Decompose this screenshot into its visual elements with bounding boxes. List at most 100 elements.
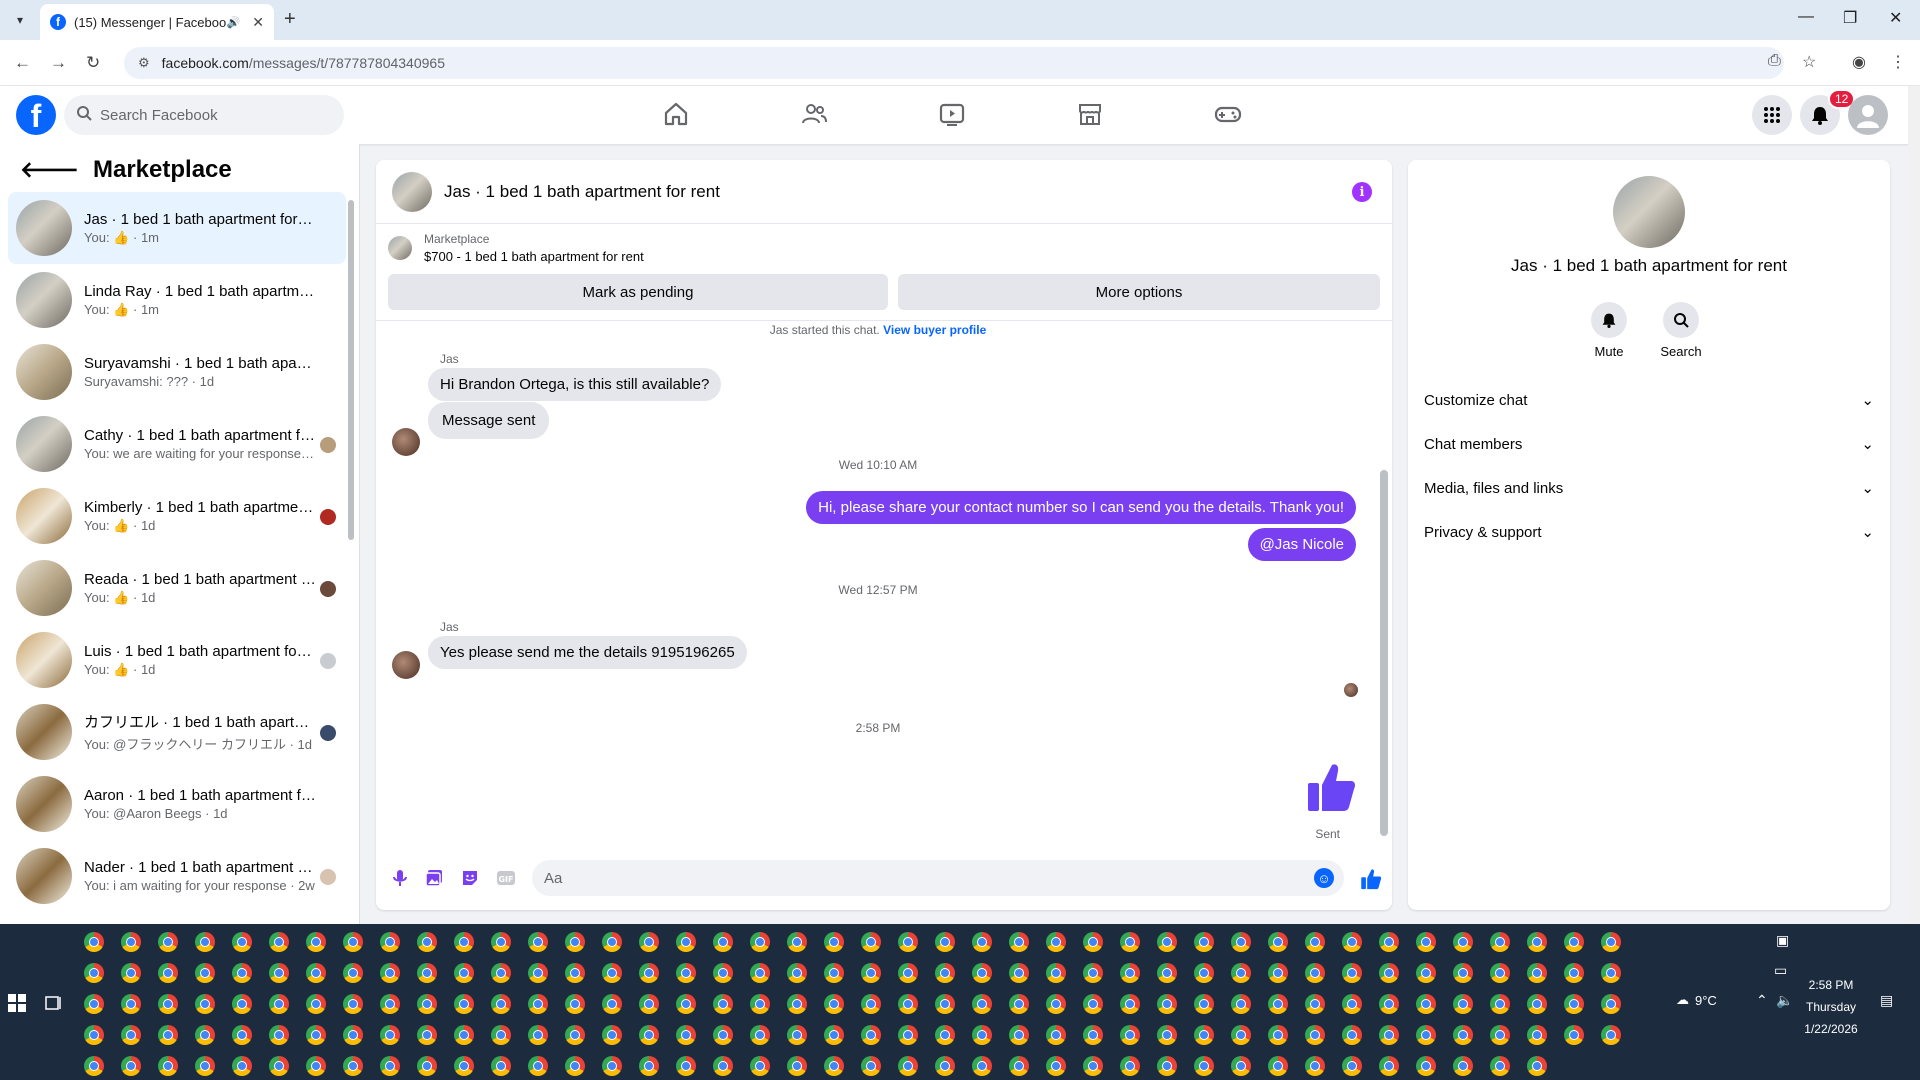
home-icon[interactable] [662, 100, 692, 130]
chrome-app-icon[interactable] [861, 994, 881, 1014]
chrome-app-icon[interactable] [1046, 1056, 1066, 1076]
chrome-app-icon[interactable] [1601, 932, 1621, 952]
chrome-app-icon[interactable] [1601, 963, 1621, 983]
page-scrollbar[interactable] [1908, 86, 1920, 924]
incoming-message[interactable]: Hi Brandon Ortega, is this still availab… [428, 368, 722, 401]
incoming-message[interactable]: Message sent [428, 402, 550, 439]
chrome-app-icon[interactable] [565, 1056, 585, 1076]
video-icon[interactable] [938, 100, 968, 130]
chrome-app-icon[interactable] [454, 994, 474, 1014]
chrome-app-icon[interactable] [158, 932, 178, 952]
bookmark-star-icon[interactable]: ☆ [1802, 52, 1816, 72]
chrome-app-icon[interactable] [232, 963, 252, 983]
conversation-item[interactable]: Luis · 1 bed 1 bath apartment for rent Y… [8, 624, 346, 696]
chrome-app-icon[interactable] [1379, 963, 1399, 983]
chrome-app-icon[interactable] [1046, 1025, 1066, 1045]
incoming-message[interactable]: Yes please send me the details 919519626… [428, 636, 747, 669]
chrome-app-icon[interactable] [972, 1056, 992, 1076]
chrome-app-icon[interactable] [1564, 994, 1584, 1014]
chrome-app-icon[interactable] [417, 994, 437, 1014]
chrome-app-icon[interactable] [898, 963, 918, 983]
new-tab-icon[interactable]: + [284, 8, 296, 31]
chrome-app-icon[interactable] [750, 963, 770, 983]
conversation-item[interactable]: Cathy · 1 bed 1 bath apartment for rent … [8, 408, 346, 480]
more-options-button[interactable]: More options [898, 274, 1380, 310]
chrome-app-icon[interactable] [84, 994, 104, 1014]
chrome-app-icon[interactable] [861, 1056, 881, 1076]
chrome-app-icon[interactable] [824, 994, 844, 1014]
chrome-app-icon[interactable] [898, 1025, 918, 1045]
chrome-app-icon[interactable] [121, 1056, 141, 1076]
chrome-app-icon[interactable] [1527, 994, 1547, 1014]
chrome-app-icon[interactable] [1046, 963, 1066, 983]
chrome-app-icon[interactable] [750, 1025, 770, 1045]
chrome-app-icon[interactable] [269, 1056, 289, 1076]
outgoing-message[interactable]: Hi, please share your contact number so … [806, 491, 1356, 524]
chrome-app-icon[interactable] [972, 1025, 992, 1045]
chrome-app-icon[interactable] [1157, 1025, 1177, 1045]
speaker-icon[interactable]: 🔊 [227, 16, 241, 29]
chrome-app-icon[interactable] [380, 932, 400, 952]
chat-scrollbar[interactable] [1380, 470, 1388, 836]
chrome-app-icon[interactable] [1490, 1025, 1510, 1045]
chrome-app-icon[interactable] [1009, 932, 1029, 952]
profile-icon[interactable]: ◉ [1852, 52, 1866, 72]
chrome-app-icon[interactable] [1564, 963, 1584, 983]
privacy-support-row[interactable]: Privacy & support ⌄ [1424, 514, 1874, 550]
chrome-app-icon[interactable] [1453, 994, 1473, 1014]
chrome-app-icon[interactable] [676, 1025, 696, 1045]
chrome-app-icon[interactable] [602, 1056, 622, 1076]
listing-summary[interactable]: Marketplace $700 - 1 bed 1 bath apartmen… [388, 232, 644, 264]
chrome-app-icon[interactable] [417, 1056, 437, 1076]
chrome-app-icon[interactable] [1194, 1025, 1214, 1045]
chrome-app-icon[interactable] [713, 1056, 733, 1076]
sticker-icon[interactable] [460, 868, 480, 888]
chrome-app-icon[interactable] [1379, 994, 1399, 1014]
chrome-app-icon[interactable] [84, 1025, 104, 1045]
minimize-icon[interactable]: — [1798, 8, 1814, 26]
chrome-app-icon[interactable] [787, 994, 807, 1014]
photo-icon[interactable] [424, 868, 444, 888]
tray-overflow-chevron-icon[interactable]: ⌃ [1756, 992, 1768, 1009]
chrome-app-icon[interactable] [1194, 994, 1214, 1014]
tab-close-icon[interactable]: ✕ [252, 14, 264, 31]
chrome-app-icon[interactable] [380, 994, 400, 1014]
chrome-app-icon[interactable] [1120, 1025, 1140, 1045]
chrome-app-icon[interactable] [491, 932, 511, 952]
chrome-app-icon[interactable] [972, 932, 992, 952]
conversation-item[interactable]: Linda Ray · 1 bed 1 bath apartment for r… [8, 264, 346, 336]
chrome-app-icon[interactable] [491, 1056, 511, 1076]
chrome-app-icon[interactable] [1157, 932, 1177, 952]
chrome-app-icon[interactable] [454, 963, 474, 983]
chrome-app-icon[interactable] [380, 1056, 400, 1076]
chrome-app-icon[interactable] [1453, 1025, 1473, 1045]
chrome-app-icon[interactable] [676, 963, 696, 983]
gif-icon[interactable]: GIF [496, 868, 516, 888]
chrome-app-icon[interactable] [528, 1025, 548, 1045]
customize-chat-row[interactable]: Customize chat ⌄ [1424, 382, 1874, 418]
chrome-app-icon[interactable] [1009, 1056, 1029, 1076]
chrome-app-icon[interactable] [343, 932, 363, 952]
chrome-app-icon[interactable] [972, 963, 992, 983]
facebook-logo-icon[interactable]: f [16, 95, 56, 135]
chrome-app-icon[interactable] [602, 1025, 622, 1045]
chrome-app-icon[interactable] [121, 932, 141, 952]
mute-button[interactable]: Mute [1579, 302, 1639, 359]
chrome-app-icon[interactable] [1231, 963, 1251, 983]
chrome-app-icon[interactable] [676, 932, 696, 952]
chrome-app-icon[interactable] [1305, 1025, 1325, 1045]
chrome-app-icon[interactable] [565, 1025, 585, 1045]
media-files-links-row[interactable]: Media, files and links ⌄ [1424, 470, 1874, 506]
chrome-app-icon[interactable] [269, 994, 289, 1014]
chrome-app-icon[interactable] [84, 932, 104, 952]
chrome-app-icon[interactable] [232, 1056, 252, 1076]
address-bar[interactable]: ⚙ facebook.com/messages/t/78778780434096… [124, 47, 1784, 79]
chrome-app-icon[interactable] [158, 1056, 178, 1076]
gaming-icon[interactable] [1214, 100, 1244, 130]
marketplace-icon[interactable] [1076, 100, 1106, 130]
chrome-app-icon[interactable] [1453, 963, 1473, 983]
chrome-app-icon[interactable] [676, 1056, 696, 1076]
chrome-app-icon[interactable] [417, 963, 437, 983]
chrome-app-icon[interactable] [1416, 932, 1436, 952]
chrome-app-icon[interactable] [1046, 994, 1066, 1014]
